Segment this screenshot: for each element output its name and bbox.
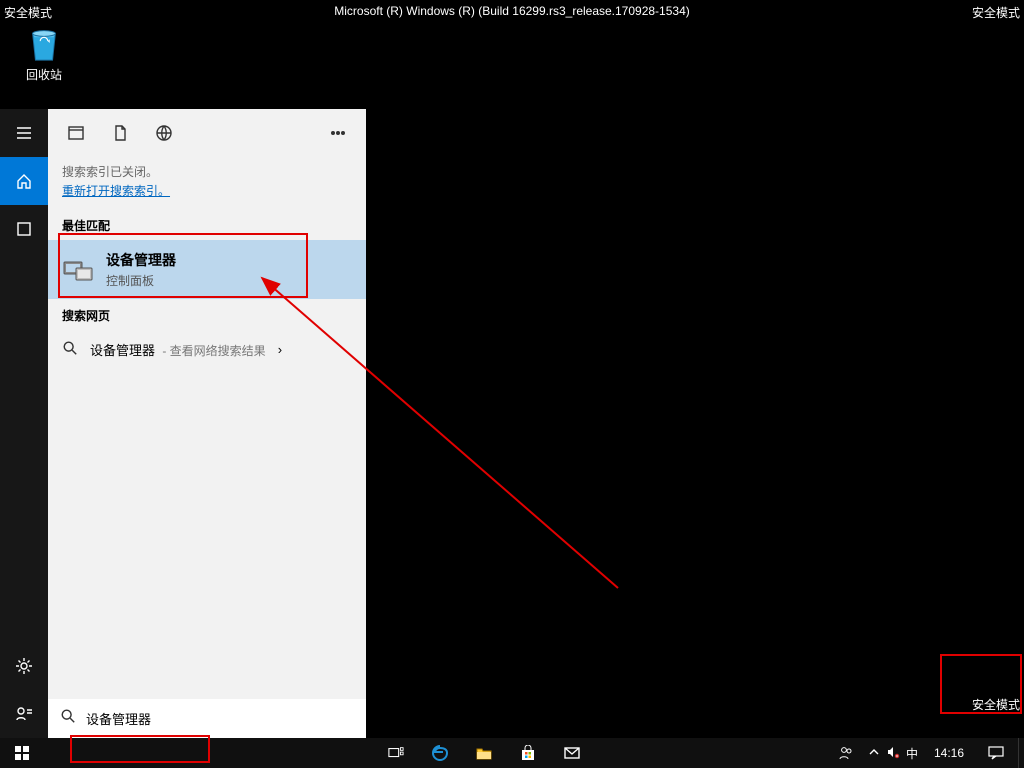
search-icon: [60, 708, 76, 729]
search-input-row[interactable]: [48, 699, 366, 738]
rail-feedback[interactable]: [0, 690, 48, 738]
safe-mode-bottom-right: 安全模式: [972, 696, 1020, 713]
taskbar-clock[interactable]: 14:16: [924, 746, 974, 760]
search-icon: [62, 340, 78, 359]
desktop: 安全模式 安全模式 安全模式 Microsoft (R) Windows (R)…: [0, 0, 1024, 768]
taskbar-mail[interactable]: [550, 738, 594, 768]
taskbar-store[interactable]: [506, 738, 550, 768]
filter-apps[interactable]: [54, 111, 98, 155]
filter-web[interactable]: [142, 111, 186, 155]
index-closed-message: 搜索索引已关闭。: [48, 157, 366, 182]
taskbar-explorer[interactable]: [462, 738, 506, 768]
tray-chevron-up-icon[interactable]: [868, 746, 880, 761]
best-match-subtitle: 控制面板: [106, 272, 176, 289]
search-input[interactable]: [86, 711, 354, 726]
search-pane: 搜索索引已关闭。 重新打开搜索索引。 最佳匹配 设备管理器 控制面板: [48, 109, 366, 738]
best-match-header: 最佳匹配: [48, 209, 366, 240]
recycle-bin-icon: [25, 22, 63, 64]
tray-ime[interactable]: 中: [906, 745, 918, 762]
web-search-header: 搜索网页: [48, 299, 366, 330]
best-match-result[interactable]: 设备管理器 控制面板: [48, 240, 366, 299]
taskbar-people[interactable]: [824, 738, 868, 768]
tray-volume-icon[interactable]: [886, 745, 900, 762]
web-suffix: - 查看网络搜索结果: [159, 344, 266, 358]
chevron-right-icon: ›: [278, 342, 282, 357]
rail-hamburger[interactable]: [0, 109, 48, 157]
rail-apps[interactable]: [0, 205, 48, 253]
web-search-result[interactable]: 设备管理器 - 查看网络搜索结果 ›: [48, 330, 366, 369]
taskview-button[interactable]: [374, 738, 418, 768]
device-manager-icon: [62, 254, 94, 286]
recycle-bin[interactable]: 回收站: [14, 22, 74, 83]
safe-mode-top-right: 安全模式: [972, 4, 1020, 21]
best-match-title: 设备管理器: [106, 250, 176, 270]
start-button[interactable]: [0, 738, 44, 768]
search-filter-bar: [48, 109, 366, 157]
start-search-panel: 搜索索引已关闭。 重新打开搜索索引。 最佳匹配 设备管理器 控制面板: [0, 109, 366, 738]
rail-settings[interactable]: [0, 642, 48, 690]
action-center[interactable]: [974, 738, 1018, 768]
recycle-bin-label: 回收站: [26, 68, 62, 82]
filter-documents[interactable]: [98, 111, 142, 155]
filter-more[interactable]: [316, 111, 360, 155]
taskbar: 中 14:16: [0, 738, 1024, 768]
windows-build-string: Microsoft (R) Windows (R) (Build 16299.r…: [334, 4, 690, 18]
safe-mode-top-left: 安全模式: [4, 4, 52, 21]
system-tray[interactable]: 中: [868, 745, 924, 762]
reopen-index-link[interactable]: 重新打开搜索索引。: [48, 182, 366, 209]
show-desktop[interactable]: [1018, 738, 1024, 768]
web-term: 设备管理器: [90, 343, 155, 358]
rail-home[interactable]: [0, 157, 48, 205]
start-rail: [0, 109, 48, 738]
taskbar-edge[interactable]: [418, 738, 462, 768]
